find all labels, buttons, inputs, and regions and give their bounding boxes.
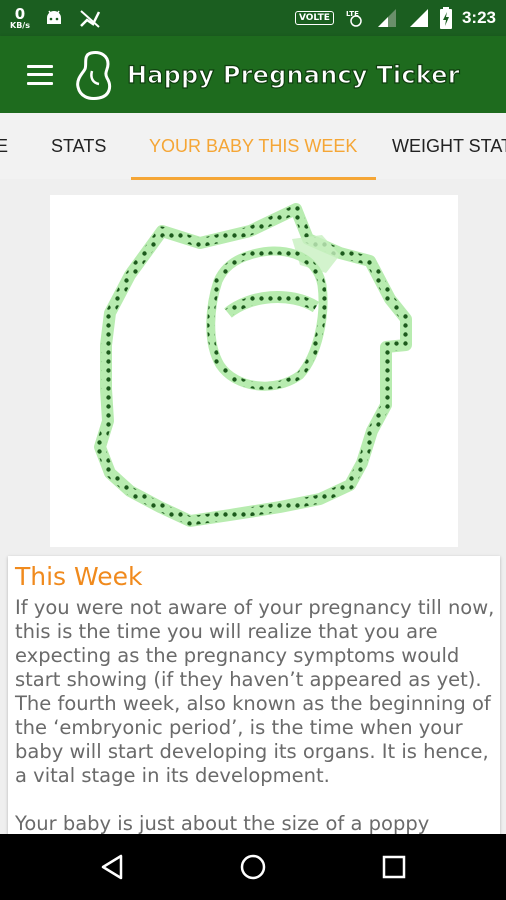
this-week-card: This Week If you were not aware of your … — [8, 556, 500, 846]
signal-off-icon — [80, 10, 101, 28]
tab-your-baby-this-week[interactable]: YOUR BABY THIS WEEK — [149, 113, 357, 179]
description-paragraph: If you were not aware of your pregnancy … — [15, 596, 495, 787]
recents-icon[interactable] — [378, 851, 410, 883]
status-bar: 0 KB/s VOLTE LTE 3:23 — [0, 0, 506, 36]
tab-previous[interactable]: E — [0, 113, 8, 179]
description-paragraph: Your baby is just about the size of a po… — [15, 812, 430, 835]
tab-bar: E STATS YOUR BABY THIS WEEK WEIGHT STATS — [0, 113, 506, 179]
this-week-title: This Week — [15, 562, 143, 591]
signal-icon — [377, 9, 396, 27]
home-icon[interactable] — [237, 851, 269, 883]
back-icon[interactable] — [97, 851, 129, 883]
app-title: Happy Pregnancy Ticker — [126, 60, 460, 89]
volte-badge: VOLTE — [294, 11, 334, 25]
pregnant-silhouette-icon — [76, 50, 112, 100]
tab-weight-stats[interactable]: WEIGHT STATS — [392, 113, 506, 179]
active-tab-indicator — [131, 177, 376, 180]
system-nav-bar — [0, 834, 506, 900]
hamburger-menu-icon[interactable] — [27, 64, 53, 85]
embryo-week-4-illustration — [94, 203, 412, 527]
app-bar: Happy Pregnancy Ticker — [0, 36, 506, 113]
embryo-illustration — [50, 195, 458, 547]
vibrate-icon: LTE — [346, 10, 362, 27]
network-speed: 0 KB/s — [10, 4, 30, 30]
wifi-signal-icon — [409, 9, 428, 27]
clock: 3:23 — [461, 8, 496, 27]
this-week-description: If you were not aware of your pregnancy … — [15, 596, 495, 846]
tab-stats[interactable]: STATS — [51, 113, 106, 179]
network-speed-value: 0 — [14, 4, 26, 23]
network-speed-unit: KB/s — [10, 20, 30, 30]
battery-charging-icon — [439, 7, 452, 29]
android-icon — [46, 10, 61, 24]
